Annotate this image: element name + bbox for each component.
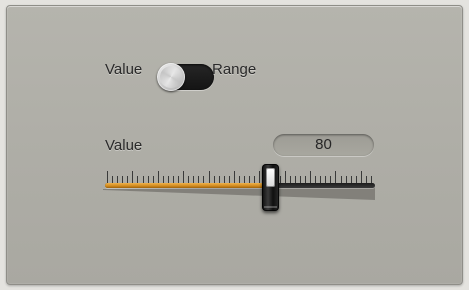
slider-tick [167, 176, 169, 183]
slider-track-fill [105, 183, 270, 188]
slider-thumb[interactable] [262, 164, 279, 211]
slider-tick [310, 171, 312, 183]
slider-tick [254, 176, 256, 183]
slider-tick [249, 176, 251, 183]
slider-tick [152, 176, 154, 183]
slider-tick-scale [107, 169, 372, 183]
slider-tick [198, 176, 200, 183]
slider-tick [305, 176, 306, 183]
mode-toggle-right-label: Range [212, 61, 257, 78]
slider-tick [299, 176, 301, 183]
slider-track[interactable] [105, 183, 375, 188]
slider-tick [157, 171, 159, 183]
mode-toggle-left-label: Value [105, 61, 143, 78]
slider-tick [193, 176, 195, 183]
slider-tick [259, 171, 261, 183]
slider-tick [365, 176, 367, 183]
slider-tick [320, 176, 322, 183]
mode-toggle-switch[interactable] [157, 63, 214, 91]
slider-tick [335, 171, 337, 183]
slider-tick [340, 176, 342, 183]
slider-tick [315, 176, 317, 183]
slider-tick [289, 176, 291, 183]
slider-tick [117, 176, 119, 183]
control-panel: Value Range Value 80 [6, 5, 463, 285]
slider-tick [284, 171, 286, 183]
slider-tick [107, 171, 108, 183]
slider-tick [244, 176, 246, 183]
slider-tick [360, 171, 362, 183]
slider-tick [203, 176, 205, 183]
slider-tick [183, 171, 185, 183]
slider-tick [223, 176, 225, 183]
slider-tick [178, 176, 180, 183]
slider-tick [147, 176, 149, 183]
slider-tick [122, 176, 124, 183]
slider-tick [233, 171, 235, 183]
slider-tick [325, 176, 327, 183]
toggle-knob[interactable] [157, 63, 185, 91]
slider-tick [208, 171, 210, 183]
slider-tick [345, 176, 347, 183]
slider-tick [279, 176, 281, 183]
slider-tick [173, 176, 174, 183]
slider-tick [137, 176, 139, 183]
slider-tick [188, 176, 190, 183]
slider-tick [228, 176, 230, 183]
slider-tick [142, 176, 144, 183]
slider-tick [355, 176, 357, 183]
value-readout-field[interactable]: 80 [273, 134, 374, 156]
slider-tick [127, 176, 129, 183]
slider-tick [162, 176, 164, 183]
slider-tick [112, 176, 114, 183]
value-slider[interactable] [103, 161, 377, 211]
slider-tick [218, 176, 220, 183]
slider-tick [132, 171, 134, 183]
slider-tick [330, 176, 332, 183]
slider-tick [239, 176, 240, 183]
slider-tick [371, 176, 372, 183]
slider-tick [294, 176, 296, 183]
slider-tick [213, 176, 215, 183]
value-slider-label: Value [105, 137, 143, 154]
slider-tick [350, 176, 352, 183]
